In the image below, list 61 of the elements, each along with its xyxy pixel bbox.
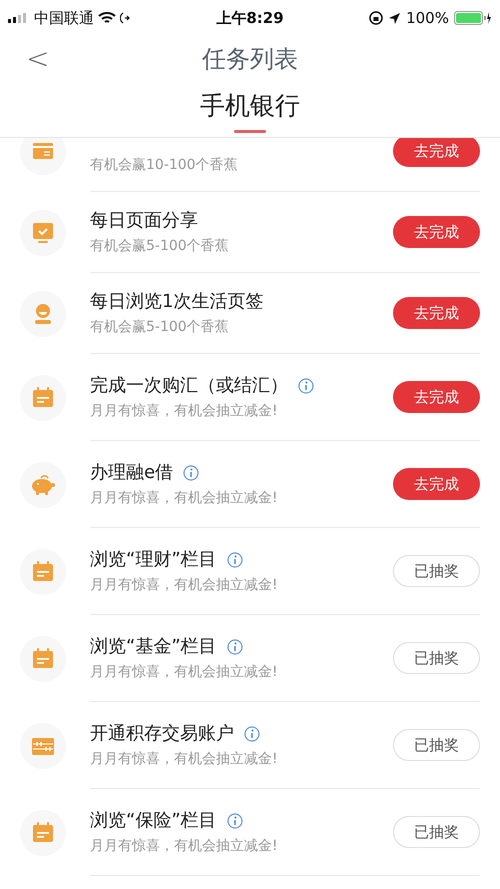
task-row[interactable]: 浏览“保险”栏目 月月有惊喜，有机会抽立减金! 已抽奖 [90, 789, 480, 876]
task-title: 浏览“理财”栏目 [90, 548, 217, 572]
info-icon[interactable] [226, 812, 243, 828]
task-subtitle: 有机会赢10-100个香蕉 [90, 156, 239, 175]
task-row[interactable]: 开通积存交易账户 月月有惊喜，有机会抽立减金! 已抽奖 [90, 702, 480, 789]
task-subtitle: 月月有惊喜，有机会抽立减金! [90, 489, 279, 508]
abacus-icon [32, 738, 54, 754]
battery-icon [454, 11, 492, 25]
drawn-status-button[interactable]: 已抽奖 [393, 642, 480, 674]
complete-button[interactable]: 去完成 [393, 216, 480, 248]
task-subtitle: 月月有惊喜，有机会抽立减金! [90, 663, 279, 682]
task-title: 浏览“保险”栏目 [90, 809, 217, 833]
task-subtitle: 月月有惊喜，有机会抽立减金! [90, 837, 279, 856]
complete-button[interactable]: 去完成 [393, 381, 480, 413]
info-icon[interactable] [226, 552, 243, 568]
task-title: 浏览“基金”栏目 [90, 635, 217, 659]
task-subtitle: 有机会赢5-100个香蕉 [90, 318, 230, 337]
task-subtitle: 月月有惊喜，有机会抽立减金! [90, 750, 279, 769]
task-title: 完成一次购汇（或结汇） [90, 374, 288, 398]
complete-button[interactable]: 去完成 [393, 297, 480, 329]
task-row[interactable]: 有机会赢10-100个香蕉 去完成 [90, 138, 480, 192]
task-title: 开通积存交易账户 [90, 722, 234, 746]
battery-percent: 100% [406, 8, 449, 29]
calendar-icon [33, 648, 53, 668]
location-arrow-icon [388, 12, 402, 24]
monitor-icon [33, 222, 53, 242]
task-subtitle: 月月有惊喜，有机会抽立减金! [90, 402, 279, 421]
task-row[interactable]: 办理融e借 月月有惊喜，有机会抽立减金! 去完成 [90, 441, 480, 528]
wifi-icon [98, 12, 116, 24]
drawn-status-button[interactable]: 已抽奖 [393, 555, 480, 587]
complete-button[interactable]: 去完成 [393, 468, 480, 500]
status-time: 上午8:29 [215, 8, 285, 29]
calendar-icon [33, 822, 53, 842]
task-row[interactable]: 每日页面分享 有机会赢5-100个香蕉 去完成 [90, 192, 480, 273]
task-row[interactable]: 完成一次购汇（或结汇） 月月有惊喜，有机会抽立减金! 去完成 [90, 354, 480, 441]
carrier-name: 中国联通 [34, 8, 94, 29]
person-icon [35, 304, 51, 324]
task-title: 每日页面分享 [90, 209, 198, 233]
calendar-icon [33, 386, 53, 406]
info-icon[interactable] [183, 464, 200, 480]
card-icon [33, 142, 53, 158]
task-subtitle: 月月有惊喜，有机会抽立减金! [90, 576, 279, 595]
drawn-status-button[interactable]: 已抽奖 [393, 729, 480, 761]
task-row[interactable]: 浏览“基金”栏目 月月有惊喜，有机会抽立减金! 已抽奖 [90, 615, 480, 702]
task-title: 办理融e借 [90, 461, 174, 485]
complete-button[interactable]: 去完成 [393, 138, 480, 167]
back-button[interactable]: < [22, 38, 54, 80]
task-row[interactable]: 浏览“理财”栏目 月月有惊喜，有机会抽立减金! 已抽奖 [90, 528, 480, 615]
drawn-status-button[interactable]: 已抽奖 [393, 816, 480, 848]
tab[interactable]: 手机银行 [200, 88, 300, 137]
info-icon[interactable] [226, 638, 243, 654]
task-title: 每日浏览1次生活页签 [90, 290, 264, 314]
task-subtitle: 有机会赢5-100个香蕉 [90, 237, 230, 256]
calendar-icon [33, 560, 53, 580]
info-icon[interactable] [244, 726, 260, 742]
task-row[interactable]: 每日浏览1次生活页签 有机会赢5-100个香蕉 去完成 [90, 273, 480, 354]
piggy-bank-icon [32, 474, 55, 494]
info-icon[interactable] [298, 378, 314, 394]
page-title: 任务列表 [202, 44, 298, 75]
call-forward-icon [120, 12, 130, 24]
rotation-lock-icon [369, 11, 384, 25]
